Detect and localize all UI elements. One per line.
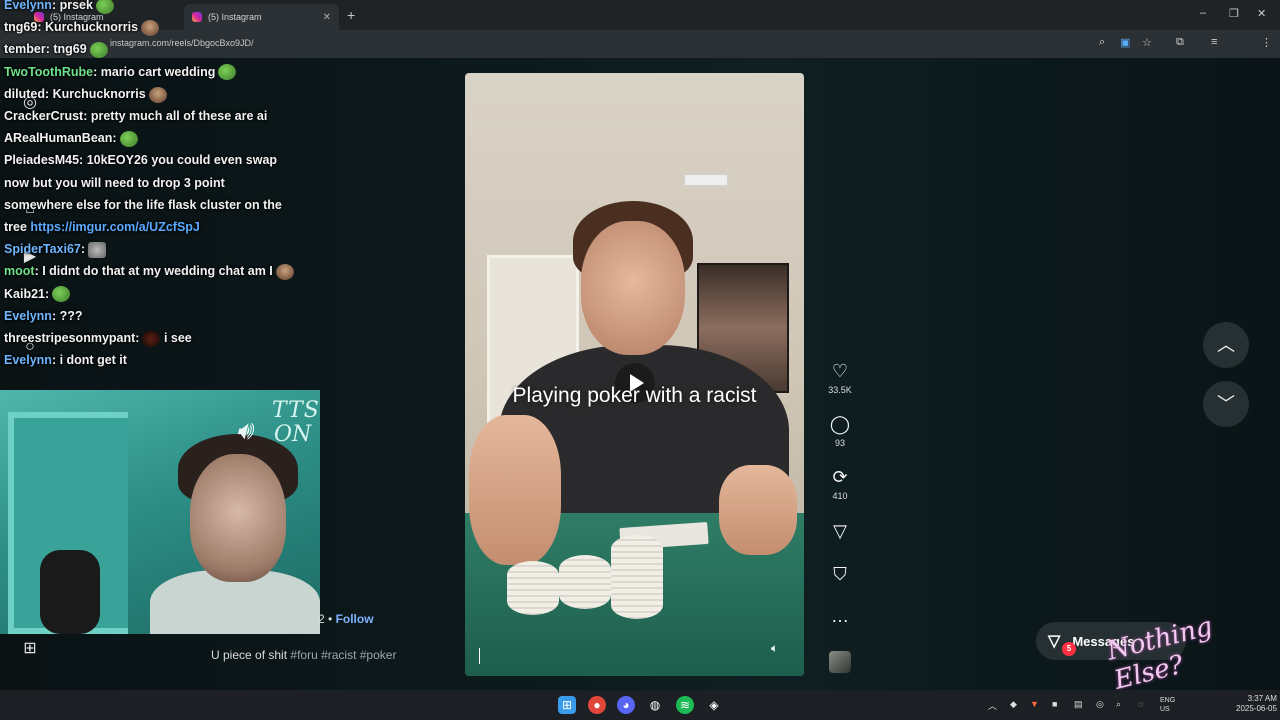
- close-window-icon[interactable]: ✕: [1257, 7, 1266, 20]
- like-button[interactable]: ♡ 33.5K: [822, 360, 858, 395]
- messages-badge: 5: [1062, 642, 1076, 656]
- follow-row: 2 • Follow: [318, 612, 374, 626]
- repost-icon: ⟳: [832, 467, 848, 487]
- emote-icon: [88, 241, 107, 258]
- zoom-icon[interactable]: ⌕: [1099, 36, 1105, 49]
- chat-message: CrackerCrust: pretty much all of these a…: [4, 109, 268, 124]
- streamer-face: [190, 454, 286, 582]
- frog-emote-icon: [52, 286, 71, 303]
- language-indicator[interactable]: ENG US: [1160, 696, 1175, 714]
- chat-message: Evelynn: ???: [4, 308, 83, 323]
- comment-button[interactable]: ◯ 93: [822, 413, 858, 448]
- follow-button[interactable]: Follow: [336, 612, 374, 626]
- repost-button[interactable]: ⟳ 410: [822, 466, 858, 501]
- speaker-icon: 🔊︎: [236, 416, 253, 446]
- comment-count: 93: [834, 438, 845, 448]
- chat-message: moot: I didnt do that at my wedding chat…: [4, 260, 294, 282]
- chat-message: Evelynn: prsek: [4, 0, 304, 16]
- tray-chevron-icon[interactable]: ︿: [988, 699, 997, 712]
- star-icon[interactable]: ☆: [1142, 36, 1152, 49]
- tray-app-icon[interactable]: ◎: [1096, 699, 1104, 710]
- chevron-up-icon: ︿: [1217, 335, 1235, 355]
- more-menu-icon[interactable]: ⊞: [20, 638, 40, 658]
- chip-stack: [559, 555, 611, 609]
- tray-network-icon[interactable]: ◌: [1138, 699, 1143, 709]
- more-options-button[interactable]: …: [822, 605, 858, 627]
- text-cursor: [479, 648, 480, 664]
- spotify-icon[interactable]: ≋: [676, 696, 694, 714]
- tray-search-icon[interactable]: ⌕: [1116, 699, 1121, 710]
- chat-message: threestripesonmypant: i see: [4, 330, 192, 347]
- hashtags[interactable]: #foru #racist #poker: [290, 648, 396, 662]
- windows-start-icon[interactable]: ⊞: [558, 696, 576, 714]
- close-tab-icon[interactable]: ✕: [323, 12, 331, 23]
- maximize-icon[interactable]: ❐: [1229, 7, 1239, 20]
- chat-message: SpiderTaxi67:: [4, 238, 304, 260]
- taskbar: ⊞ ● ◕ ◍ ≋ ◈ ︿ ◆ ▼ ■ ▤ ◎ ⌕ ◌ ENG US: [0, 690, 1280, 720]
- heart-icon: ♡: [831, 361, 849, 381]
- video-caption: Playing poker with a racist: [512, 384, 757, 407]
- chevron-down-icon: ﹀: [1217, 394, 1235, 414]
- chat-message: PleiadesM45: 10kEOY26 you could even swa…: [4, 153, 282, 235]
- chat-message: Kaib21:: [4, 283, 304, 305]
- save-button[interactable]: ⛉: [822, 563, 858, 585]
- video-description: U piece of shit #foru #racist #poker: [211, 648, 397, 662]
- chat-message: tember: tng69: [4, 38, 304, 60]
- chat-message: Evelynn: i dont get it: [4, 353, 127, 368]
- chat-message: diluted: Kurchucknorris: [4, 83, 304, 105]
- like-count: 33.5K: [828, 385, 852, 395]
- chat-message: ARealHumanBean:: [4, 127, 304, 149]
- messages-icon: ▽: [1048, 633, 1061, 650]
- share-button[interactable]: ▽: [822, 520, 858, 542]
- video-hand-right: [719, 465, 797, 555]
- minimize-icon[interactable]: –: [1200, 7, 1206, 19]
- next-reel-button[interactable]: ﹀: [1203, 381, 1249, 427]
- chat-message: tng69: Kurchucknorris: [4, 16, 304, 38]
- tray-app-icon[interactable]: ▤: [1074, 699, 1083, 710]
- chat-message: TwoToothRube: mario cart wedding: [4, 61, 304, 83]
- chrome-icon[interactable]: ●: [588, 696, 606, 714]
- obs-icon[interactable]: ◍: [646, 696, 664, 714]
- face-emote-icon: [275, 264, 294, 281]
- chip-stack: [611, 535, 663, 619]
- video-man-face: [581, 221, 685, 355]
- extension-active-icon[interactable]: ▣: [1120, 36, 1130, 49]
- more-icon: …: [831, 606, 849, 626]
- emote-icon: [142, 330, 161, 347]
- reel-video[interactable]: Playing poker with a racist 🔈︎: [465, 73, 804, 676]
- chip-stack: [507, 561, 559, 615]
- new-tab-button[interactable]: +: [347, 7, 355, 23]
- discord-icon[interactable]: ◕: [617, 696, 635, 714]
- frog-emote-icon: [119, 130, 138, 147]
- microphone-stand: [40, 550, 100, 634]
- frog-emote-icon: [95, 0, 114, 14]
- frog-emote-icon: [218, 64, 237, 81]
- tray-app-icon[interactable]: ◆: [1010, 699, 1017, 710]
- tray-app-icon[interactable]: ■: [1052, 699, 1057, 709]
- stream-chat: Evelynn: prsek tng69: Kurchucknorris tem…: [4, 0, 304, 371]
- sidebar-icon[interactable]: ≡: [1211, 36, 1217, 48]
- chat-link[interactable]: https://imgur.com/a/UZcfSpJ: [30, 220, 199, 234]
- tts-badge: 🔊︎ TTS ON: [236, 398, 320, 447]
- bookmark-icon: ⛉: [833, 564, 847, 584]
- menu-dots-icon[interactable]: ⋮: [1261, 36, 1272, 49]
- system-clock[interactable]: 3:37 AM 2025-06-05: [1236, 694, 1277, 714]
- repost-count: 410: [832, 491, 848, 501]
- screen: { "browser": { "tabs": [ {"label": "(5) …: [0, 0, 1280, 720]
- puzzle-icon[interactable]: ⧉: [1176, 36, 1184, 49]
- previous-reel-button[interactable]: ︿: [1203, 322, 1249, 368]
- comment-icon: ◯: [829, 414, 851, 434]
- frog-emote-icon: [89, 42, 108, 59]
- steam-icon[interactable]: ◈: [705, 696, 723, 714]
- audio-avatar[interactable]: [829, 651, 851, 673]
- video-hand-left: [469, 415, 561, 565]
- volume-icon[interactable]: 🔈︎: [771, 641, 778, 656]
- send-icon: ▽: [833, 521, 847, 541]
- face-emote-icon: [141, 19, 160, 36]
- tray-brave-icon[interactable]: ▼: [1030, 699, 1039, 709]
- face-emote-icon: [148, 86, 167, 103]
- video-vent: [683, 173, 729, 187]
